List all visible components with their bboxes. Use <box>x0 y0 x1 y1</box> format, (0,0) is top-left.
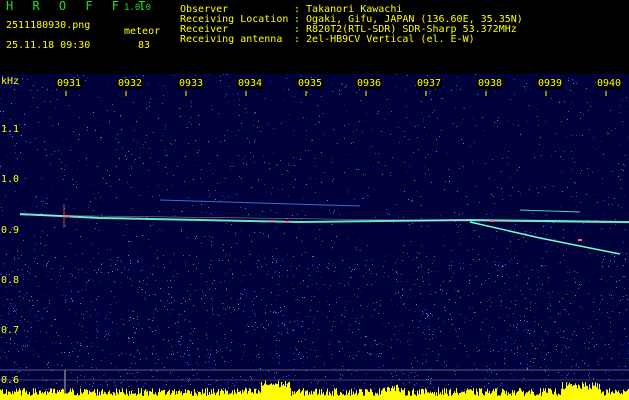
time-axis: 0931 0932 0933 0934 0935 0936 0937 0938 … <box>0 78 629 92</box>
freq-tick: 0.8 <box>1 275 20 286</box>
freq-tick: 0.7 <box>1 325 20 336</box>
app-version: 1.0.0 <box>124 3 152 13</box>
time-tick: 0940 <box>596 78 623 89</box>
spectrogram <box>0 74 629 400</box>
time-tick: 0936 <box>356 78 383 89</box>
freq-tick: 0.6 <box>1 375 20 386</box>
time-tick: 0931 <box>56 78 83 89</box>
file-name: 2511180930.png <box>6 20 91 31</box>
time-tick: 0932 <box>117 78 144 89</box>
station-info: Observer: Takanori Kawachi Receiving Loc… <box>180 5 523 45</box>
meteor-count: 83 <box>138 40 151 51</box>
time-tick: 0934 <box>237 78 264 89</box>
time-tick: 0937 <box>416 78 443 89</box>
spectrogram-canvas <box>0 74 629 400</box>
time-tick: 0933 <box>178 78 205 89</box>
meteor-label: meteor <box>124 26 161 37</box>
freq-tick: 1.0 <box>1 174 20 185</box>
time-tick: 0938 <box>477 78 504 89</box>
freq-tick: 0.9 <box>1 225 20 236</box>
time-tick: 0939 <box>537 78 564 89</box>
meta-row-antenna: Receiving antenna: 2el-HB9CV Vertical (e… <box>180 34 475 45</box>
file-datetime: 25.11.18 09:30 <box>6 40 91 51</box>
freq-tick: 1.1 <box>1 124 20 135</box>
time-tick: 0935 <box>297 78 324 89</box>
header-panel: H R O F F T 1.0.0 2511180930.png 25.11.1… <box>0 0 629 74</box>
